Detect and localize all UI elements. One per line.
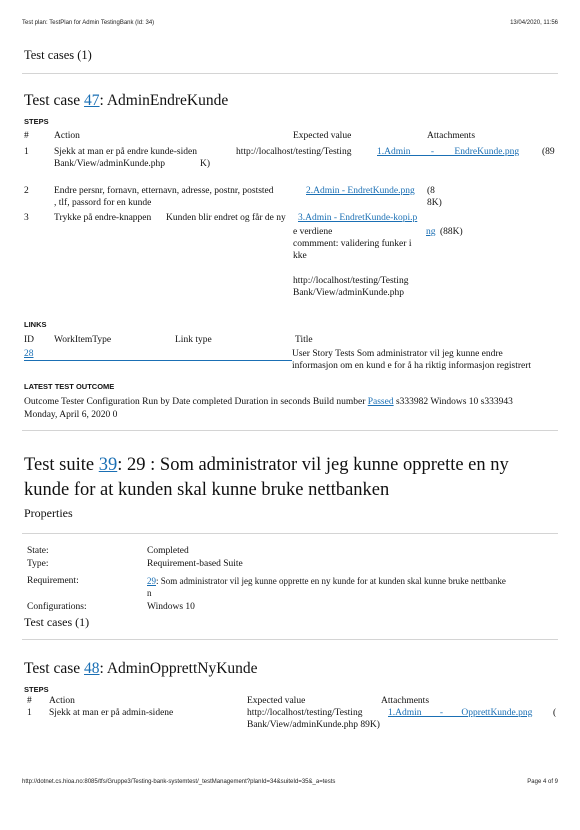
attachment-link[interactable]: 1.Admin - EndreKunde.png bbox=[377, 147, 519, 157]
requirement-link[interactable]: 29 bbox=[147, 576, 156, 586]
step-expected: Bank/View/adminKunde.php 89K) bbox=[247, 720, 380, 730]
outcome-passed-link[interactable]: Passed bbox=[368, 397, 394, 407]
type-value: Requirement-based Suite bbox=[147, 559, 243, 569]
divider bbox=[22, 639, 558, 640]
requirement-label: Requirement: bbox=[27, 576, 79, 586]
attachment-size: (88K) bbox=[440, 227, 463, 237]
step-expected: http://localhost/testing/Testing bbox=[247, 708, 363, 718]
outcome-date: Monday, April 6, 2020 0 bbox=[24, 410, 118, 420]
step-num: 3 bbox=[24, 213, 29, 223]
state-value: Completed bbox=[147, 546, 189, 556]
col-num: # bbox=[24, 131, 29, 141]
outcome-label: LATEST TEST OUTCOME bbox=[24, 382, 115, 391]
state-label: State: bbox=[27, 546, 49, 556]
step-action: Sjekk at man er på endre kunde-siden bbox=[54, 147, 197, 157]
step-action: Endre persnr, fornavn, etternavn, adress… bbox=[54, 186, 274, 196]
header-title: Test plan: TestPlan for Admin TestingBan… bbox=[22, 20, 155, 26]
test-case-47-link[interactable]: 47 bbox=[84, 92, 100, 109]
test-suite-link[interactable]: 39 bbox=[99, 455, 118, 475]
link-id[interactable]: 28 bbox=[24, 349, 34, 359]
step-action: Sjekk at man er på admin-sidene bbox=[49, 708, 174, 718]
test-suite-title-line2: kunde for at kunden skal kunne bruke net… bbox=[24, 480, 390, 500]
attachment-size: ( bbox=[553, 708, 557, 718]
links-col-type: WorkItemType bbox=[54, 335, 112, 345]
configurations-label: Configurations: bbox=[27, 602, 87, 612]
properties-heading: Properties bbox=[24, 506, 73, 520]
attachment-size: (8 bbox=[427, 186, 435, 196]
test-cases-heading: Test cases (1) bbox=[24, 48, 92, 62]
suite-test-cases-heading: Test cases (1) bbox=[24, 615, 90, 629]
attachment-size: (89 bbox=[542, 147, 555, 157]
attachment-link[interactable]: 3.Admin - EndretKunde-kopi.p bbox=[298, 213, 417, 223]
link-title: User Story Tests Som administrator vil j… bbox=[292, 349, 503, 359]
outcome-line: Outcome Tester Configuration Run by Date… bbox=[24, 397, 513, 407]
attachment-size: K) bbox=[200, 159, 211, 169]
test-case-48-title: Test case 48: AdminOpprettNyKunde bbox=[24, 660, 258, 677]
test-case-48-link[interactable]: 48 bbox=[84, 660, 100, 677]
step-expected: Bank/View/adminKunde.php bbox=[293, 288, 405, 298]
col-num: # bbox=[27, 696, 32, 706]
configurations-value: Windows 10 bbox=[147, 602, 195, 612]
step-num: 1 bbox=[24, 147, 29, 157]
test-case-47-title: Test case 47: AdminEndreKunde bbox=[24, 92, 229, 109]
divider bbox=[22, 430, 558, 431]
step-action: Trykke på endre-knappen bbox=[54, 213, 152, 223]
requirement-value: 29: Som administrator vil jeg kunne oppr… bbox=[147, 576, 506, 586]
links-col-linktype: Link type bbox=[175, 335, 212, 345]
links-label: LINKS bbox=[24, 320, 47, 329]
link-title: informasjon om en kund e for å ha riktig… bbox=[292, 361, 532, 371]
attachment-link[interactable]: 2.Admin - EndretKunde.png bbox=[306, 186, 415, 196]
requirement-value-line2: n bbox=[147, 588, 152, 598]
col-attachments: Attachments bbox=[427, 131, 476, 141]
step-num: 1 bbox=[27, 708, 32, 718]
step-expected: http://localhost/testing/Testing bbox=[293, 276, 409, 286]
step-expected: kke bbox=[293, 251, 307, 261]
col-expected: Expected value bbox=[293, 131, 352, 141]
col-action: Action bbox=[49, 696, 75, 706]
test-suite-title: Test suite 39: 29 : Som administrator vi… bbox=[24, 455, 509, 475]
step-expected: Kunden blir endret og får de ny bbox=[166, 213, 286, 223]
divider bbox=[22, 73, 558, 74]
header-date: 13/04/2020, 11:56 bbox=[510, 20, 558, 26]
links-col-title: Title bbox=[295, 335, 313, 345]
attachment-size: 8K) bbox=[427, 198, 442, 208]
col-action: Action bbox=[54, 131, 80, 141]
step-expected: http://localhost/testing/Testing bbox=[236, 147, 352, 157]
attachment-link[interactable]: ng bbox=[426, 227, 436, 237]
attachment-link[interactable]: 1.Admin - OpprettKunde.png bbox=[388, 708, 532, 718]
divider bbox=[22, 533, 558, 534]
footer-page: Page 4 of 9 bbox=[527, 779, 558, 785]
steps-label: STEPS bbox=[24, 117, 49, 126]
steps-label: STEPS bbox=[24, 685, 49, 694]
step-expected: e verdiene bbox=[293, 227, 333, 237]
type-label: Type: bbox=[27, 559, 49, 569]
footer-url: http://dotnet.cs.hioa.no:8085/tfs/Gruppe… bbox=[22, 779, 336, 785]
col-attachments: Attachments bbox=[381, 696, 430, 706]
link-underline bbox=[24, 360, 292, 361]
step-action: Bank/View/adminKunde.php bbox=[54, 159, 166, 169]
links-col-id: ID bbox=[24, 335, 35, 345]
col-expected: Expected value bbox=[247, 696, 306, 706]
step-action: , tlf, passord for en kunde bbox=[54, 198, 152, 208]
step-expected: commment: validering funker i bbox=[293, 239, 412, 249]
step-num: 2 bbox=[24, 186, 29, 196]
